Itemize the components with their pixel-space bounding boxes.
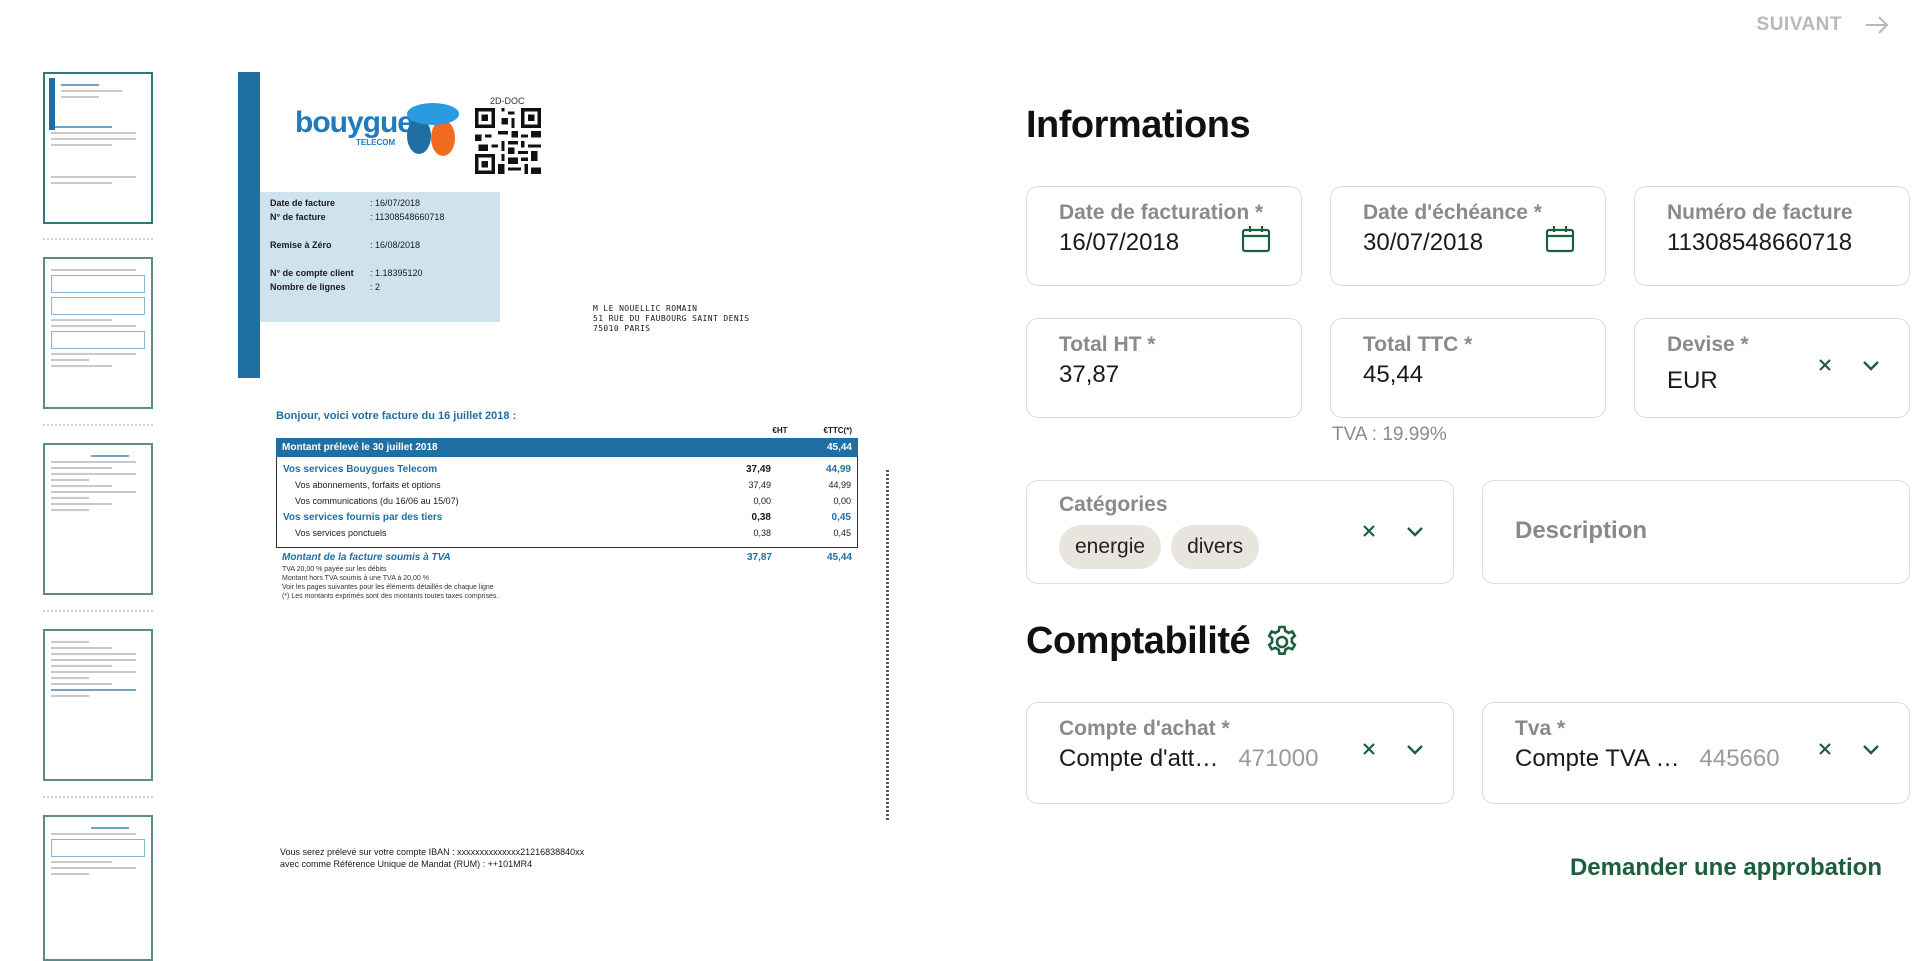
- page-thumbnail-4[interactable]: [43, 629, 153, 781]
- brand-logo-sub: TELECOM: [356, 138, 396, 147]
- clear-icon[interactable]: [1361, 741, 1377, 757]
- thumb-separator: [43, 610, 153, 612]
- thumb-separator: [43, 796, 153, 798]
- table-row: Vos services fournis par des tiers 0,38 0,…: [283, 511, 851, 523]
- recipient-address: M LE NOUELLIC ROMAIN 51 RUE DU FAUBOURG …: [593, 304, 750, 333]
- invoice-brand-bar: [238, 72, 260, 378]
- devise-select[interactable]: Devise * EUR: [1634, 318, 1910, 418]
- invoice-greeting: Bonjour, voici votre facture du 16 juill…: [276, 410, 517, 422]
- chevron-down-icon[interactable]: [1405, 524, 1425, 538]
- total-ttc-field[interactable]: Total TTC * 45,44: [1330, 318, 1606, 418]
- clear-icon[interactable]: [1817, 741, 1833, 757]
- qr-code-icon: [475, 108, 541, 174]
- bouygues-bubbles-icon: [407, 103, 459, 156]
- table-row: Vos services Bouygues Telecom 37,49 44,99: [283, 463, 851, 475]
- informations-title: Informations: [1026, 104, 1251, 146]
- calendar-icon[interactable]: [1545, 225, 1575, 253]
- category-chip[interactable]: divers: [1171, 525, 1260, 569]
- thumb-brand-bar: [49, 78, 55, 130]
- table-total-row: Montant de la facture soumis à TVA 37,87 4…: [282, 552, 852, 563]
- date-echeance-field[interactable]: Date d'échéance * 30/07/2018: [1330, 186, 1606, 286]
- total-ht-field[interactable]: Total HT * 37,87: [1026, 318, 1302, 418]
- invoice-summary-table: €HT €TTC(*) Montant prélevé le 30 juillet…: [276, 426, 858, 601]
- description-input[interactable]: Description: [1482, 480, 1910, 584]
- arrow-right-icon[interactable]: [1864, 15, 1890, 35]
- tva-account-select[interactable]: Tva * Compte TVA … 445660: [1482, 702, 1910, 804]
- gear-icon[interactable]: [1264, 624, 1300, 660]
- amount-band: Montant prélevé le 30 juillet 2018 45,44: [276, 438, 858, 457]
- chevron-down-icon[interactable]: [1405, 742, 1425, 756]
- thumb-separator: [43, 238, 153, 240]
- table-row: Vos services ponctuels 0,38 0,45: [295, 528, 851, 538]
- comptabilite-title: Comptabilité: [1026, 620, 1300, 663]
- categories-select[interactable]: Catégories energie divers: [1026, 480, 1454, 584]
- table-row: Vos abonnements, forfaits et options 37,4…: [295, 480, 851, 490]
- thumb-separator: [43, 424, 153, 426]
- invoice-info-box: Date de facture: 16/07/2018 N° de factur…: [260, 192, 500, 322]
- page-thumbnail-2[interactable]: [43, 257, 153, 409]
- clear-icon[interactable]: [1817, 357, 1833, 373]
- chevron-down-icon[interactable]: [1861, 742, 1881, 756]
- next-label[interactable]: SUIVANT: [1757, 14, 1842, 36]
- compte-achat-select[interactable]: Compte d'achat * Compte d'att… 471000: [1026, 702, 1454, 804]
- date-facturation-field[interactable]: Date de facturation * 16/07/2018: [1026, 186, 1302, 286]
- invoice-fine-print: TVA 20,00 % payée sur les débits Montant…: [282, 566, 499, 600]
- vertical-fine-print: [886, 470, 889, 820]
- invoice-preview: bouygues TELECOM 2D-DOC Date de facture:…: [238, 70, 898, 870]
- page-thumbnail-3[interactable]: [43, 443, 153, 595]
- page-thumbnail-1[interactable]: [43, 72, 153, 224]
- next-nav[interactable]: SUIVANT: [1757, 14, 1890, 36]
- category-chip[interactable]: energie: [1059, 525, 1162, 569]
- code-2d-label: 2D-DOC: [490, 96, 525, 106]
- request-approval-button[interactable]: Demander une approbation: [1570, 854, 1882, 882]
- table-row: Vos communications (du 16/06 au 15/07) 0,…: [295, 496, 851, 506]
- page-thumbnail-5[interactable]: [43, 815, 153, 961]
- clear-icon[interactable]: [1361, 523, 1377, 539]
- invoice-footer: Vous serez prélevé sur votre compte IBAN…: [280, 847, 585, 869]
- tva-rate-note: TVA : 19.99%: [1332, 424, 1447, 445]
- chevron-down-icon[interactable]: [1861, 358, 1881, 372]
- numero-facture-field[interactable]: Numéro de facture 11308548660718: [1634, 186, 1910, 286]
- calendar-icon[interactable]: [1241, 225, 1271, 253]
